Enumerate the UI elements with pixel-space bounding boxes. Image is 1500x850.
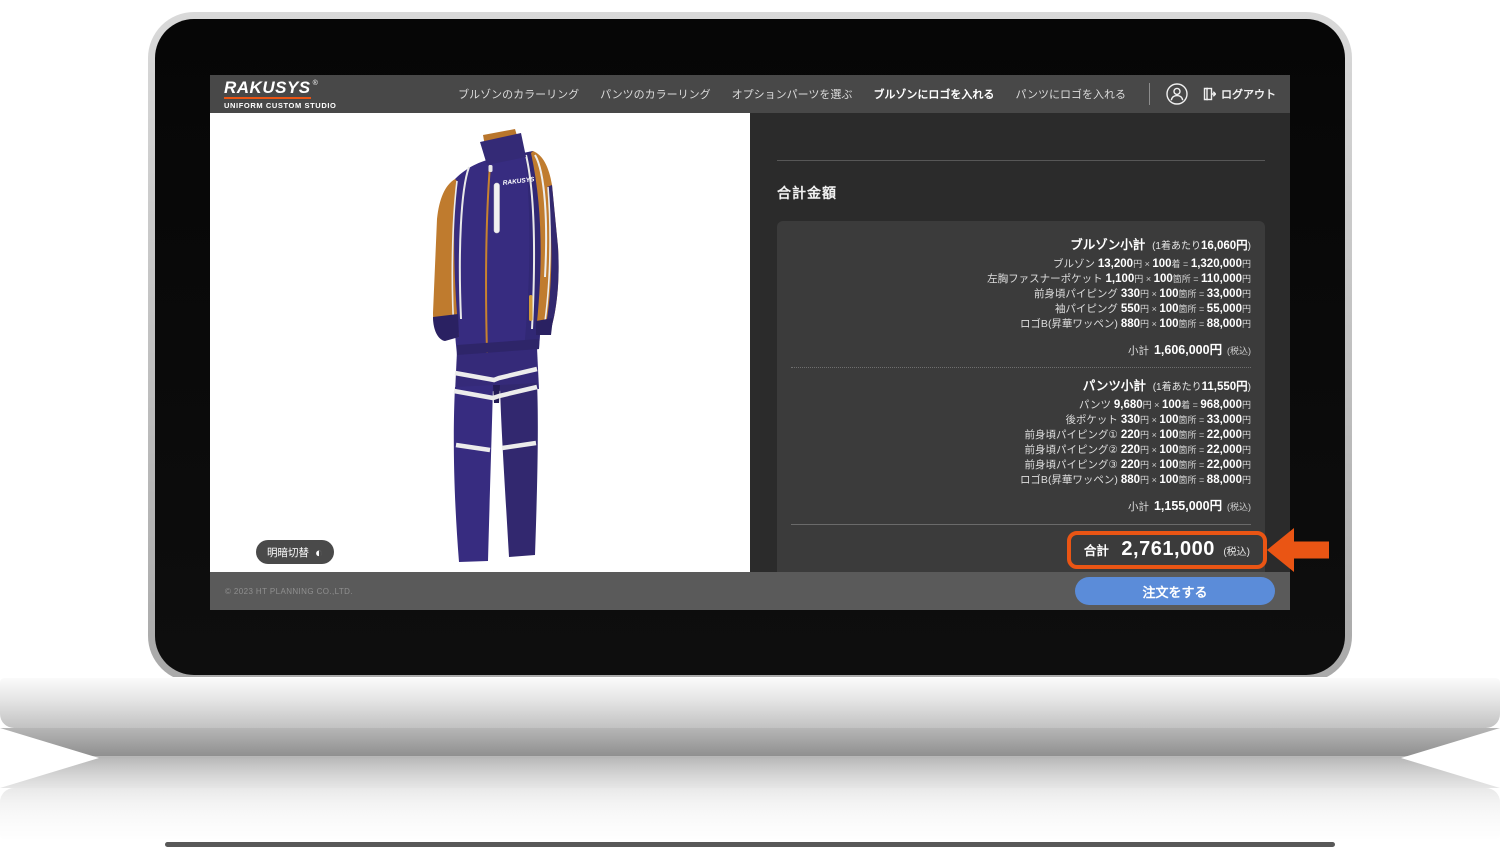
price-line-item: 前身頃パイピング 330円 × 100箇所 = 33,000円 [791,287,1251,302]
grand-total-row: 合計 2,761,000 (税込) [791,531,1251,569]
logout-icon [1202,87,1216,101]
brand-logo-subtitle: UNIFORM CUSTOM STUDIO [224,102,336,110]
summary-title: 合計金額 [777,183,837,203]
main-nav: ブルゾンのカラーリング パンツのカラーリング オプションパーツを選ぶ ブルゾンにロゴを… [458,86,1126,102]
pants-subtotal-heading: パンツ小計 (1着あたり11,550円) [791,375,1251,394]
logout-button[interactable]: ログアウト [1202,86,1276,102]
nav-item[interactable]: パンツのカラーリング [600,86,711,102]
copyright-text: © 2023 HT PLANNING CO.,LTD. [225,587,353,596]
nav-item[interactable]: ブルゾンのカラーリング [458,86,579,102]
nav-item[interactable]: パンツにロゴを入れる [1015,86,1126,102]
light-dark-toggle-button[interactable]: 明暗切替 ◐ [256,540,334,564]
brand-logo-text: RAKUSYS [224,79,311,99]
toggle-label: 明暗切替 [267,545,309,560]
pants-subtotal: 小計 1,155,000円 (税込) [791,495,1251,514]
price-line-item: 後ポケット 330円 × 100箇所 = 33,000円 [791,413,1251,428]
price-line-item: 前身頃パイピング② 220円 × 100箇所 = 22,000円 [791,443,1251,458]
total-tax-note: (税込) [1223,547,1250,558]
pants-section: パンツ小計 (1着あたり11,550円) パンツ 9,680円 × 100着 =… [791,375,1251,514]
app-window: RAKUSYS ® UNIFORM CUSTOM STUDIO ブルゾンのカラー… [210,75,1290,610]
laptop-reflection-edge [165,842,1335,847]
pants-per-unit: (1着あたり11,550円) [1153,382,1251,393]
price-line-item: ロゴB(昇華ワッペン) 880円 × 100箇所 = 88,000円 [791,473,1251,488]
logout-label: ログアウト [1221,86,1276,102]
laptop-reflection-fade [0,756,1500,850]
page-background: RAKUSYS ® UNIFORM CUSTOM STUDIO ブルゾンのカラー… [0,0,1500,850]
app-header: RAKUSYS ® UNIFORM CUSTOM STUDIO ブルゾンのカラー… [210,75,1290,113]
uniform-model: RAKUSYS [395,127,605,567]
panel-divider [777,160,1265,161]
blouson-section: ブルゾン小計 (1着あたり16,060円) ブルゾン 13,200円 × 100… [791,234,1251,358]
highlight-arrow-icon [1267,526,1329,574]
laptop-base-shadow [0,728,1500,758]
nav-item[interactable]: ブルゾンにロゴを入れる [873,86,994,102]
laptop-base [0,677,1500,728]
price-line-item: ロゴB(昇華ワッペン) 880円 × 100箇所 = 88,000円 [791,317,1251,332]
price-line-item: 前身頃パイピング③ 220円 × 100箇所 = 22,000円 [791,458,1251,473]
summary-panel: 合計金額 ブルゾン小計 (1着あたり16,060円) ブルゾン 13,200円 … [750,113,1290,572]
price-summary-card: ブルゾン小計 (1着あたり16,060円) ブルゾン 13,200円 × 100… [777,221,1265,581]
section-divider-dotted [791,367,1251,368]
total-label: 合計 [1084,544,1109,558]
registered-mark: ® [313,80,318,87]
model-viewer[interactable]: RAKUSYS 明暗切替 ◐ [210,113,750,572]
order-button[interactable]: 注文をする [1075,577,1275,605]
blouson-line-items: ブルゾン 13,200円 × 100着 = 1,320,000円左胸ファスナーポ… [791,257,1251,332]
pants-line-items: パンツ 9,680円 × 100着 = 968,000円後ポケット 330円 ×… [791,398,1251,488]
total-highlight-box: 合計 2,761,000 (税込) [1067,531,1267,569]
nav-divider [1149,83,1150,105]
blouson-per-unit: (1着あたり16,060円) [1152,241,1251,252]
blouson-subtotal-heading: ブルゾン小計 (1着あたり16,060円) [791,234,1251,253]
price-line-item: 左胸ファスナーポケット 1,100円 × 100箇所 = 110,000円 [791,272,1251,287]
price-line-item: 袖パイピング 550円 × 100箇所 = 55,000円 [791,302,1251,317]
half-moon-icon: ◐ [315,546,323,559]
nav-item[interactable]: オプションパーツを選ぶ [732,86,853,102]
price-line-item: ブルゾン 13,200円 × 100着 = 1,320,000円 [791,257,1251,272]
app-footer: © 2023 HT PLANNING CO.,LTD. 注文をする [210,572,1290,610]
total-divider [791,524,1251,525]
total-value: 2,761,000 [1121,538,1214,560]
user-icon [1166,83,1188,105]
account-button[interactable] [1166,83,1188,105]
price-line-item: 前身頃パイピング① 220円 × 100箇所 = 22,000円 [791,428,1251,443]
price-line-item: パンツ 9,680円 × 100着 = 968,000円 [791,398,1251,413]
blouson-subtotal: 小計 1,606,000円 (税込) [791,339,1251,358]
brand-logo[interactable]: RAKUSYS ® UNIFORM CUSTOM STUDIO [224,79,336,110]
